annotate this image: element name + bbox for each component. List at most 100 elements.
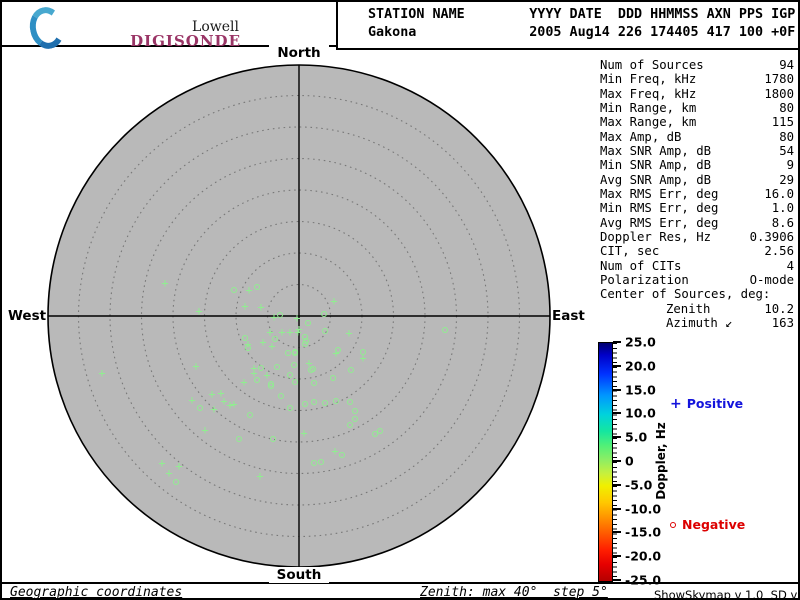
source-point-negative [321,311,327,317]
source-point-negative [231,287,237,293]
parameter-value: 1800 [764,87,794,101]
source-point-negative [305,320,311,326]
station-header-columns: STATION NAME YYYY DATE DDD HHMMSS AXN PP… [368,7,795,22]
colorbar-axis-title: Doppler, Hz [654,401,668,521]
source-point-positive: + [286,326,293,338]
parameter-value: 8.6 [772,216,794,230]
source-point-positive: + [300,427,307,439]
parameter-label: Num of Sources [600,58,704,72]
station-header: STATION NAME YYYY DATE DDD HHMMSS AXN PP… [336,2,800,50]
source-point-positive: + [195,305,202,317]
source-point-negative [333,398,339,404]
parameter-row: Max Amp, dB 80 [600,130,794,144]
parameter-row: Avg RMS Err, deg8.6 [600,216,794,230]
parameter-row: Max RMS Err, deg 16.0 [600,187,794,201]
source-point-positive: + [201,424,208,436]
source-point-negative [339,452,345,458]
colorbar-major-tick [613,436,621,438]
showskymap-window: Lowell DIGISONDE STATION NAME YYYY DATE … [0,0,800,600]
parameter-value: 80 [779,130,794,144]
source-point-positive: + [240,376,247,388]
colorbar-major-tick [613,484,621,486]
source-point-negative [278,393,284,399]
parameter-list: Num of Sources 94Min Freq, kHz1780Max Fre… [600,58,794,330]
parameter-row: Zenith 10.2 [600,302,794,316]
colorbar-tick-label: 0 [625,454,634,469]
source-point-negative [285,350,291,356]
source-point-negative [254,284,260,290]
parameter-value: 16.0 [764,187,794,201]
parameter-label: Max Amp, dB [600,130,681,144]
parameter-value: 1.0 [772,201,794,215]
source-point-positive: + [208,388,215,400]
parameter-row: Avg SNR Amp, dB29 [600,173,794,187]
parameter-label: Polarization [600,273,689,287]
parameter-label: Max Range, km [600,115,696,129]
source-point-negative [347,422,353,428]
parameter-value: O-mode [750,273,794,287]
source-point-negative [274,364,280,370]
compass-label-east: East [552,308,592,324]
colorbar-tick-label: 10.0 [625,406,656,421]
colorbar-tick-label: -25.0 [625,573,661,588]
compass-label-west: West [8,308,46,324]
station-header-values: Gakona 2005 Aug14 226 174405 417 100 +0F [368,25,795,40]
parameter-value: 2.56 [764,244,794,258]
parameter-row: Num of CITs4 [600,259,794,273]
parameter-row: Min RMS Err, deg 1.0 [600,201,794,215]
source-point-negative [322,400,328,406]
parameter-label: Max Freq, kHz [600,87,696,101]
colorbar-major-tick [613,579,621,581]
source-point-negative [247,412,253,418]
coordinates-caption: Geographic coordinates [10,585,182,600]
parameter-row: Min SNR Amp, dB9 [600,158,794,172]
parameter-label: Doppler Res, Hz [600,230,711,244]
parameter-value: 10.2 [764,302,794,316]
colorbar-tick-label: 5.0 [625,430,647,445]
colorbar-major-tick [613,508,621,510]
colorbar-major-tick [613,555,621,557]
source-point-positive: + [245,284,252,296]
negative-doppler-legend: Negative [670,517,745,532]
source-point-negative [360,349,366,355]
source-point-negative [330,375,336,381]
source-point-negative [322,328,328,334]
footer-separator [2,582,800,584]
source-point-positive: + [165,467,172,479]
source-point-negative [197,405,203,411]
parameter-label: Max SNR Amp, dB [600,144,711,158]
colorbar-tick-label: -15.0 [625,525,661,540]
parameter-row: Max SNR Amp, dB54 [600,144,794,158]
parameter-row: Num of Sources 94 [600,58,794,72]
source-point-negative [318,459,324,465]
colorbar-tick-label: -5.0 [625,477,652,492]
parameter-label: Max RMS Err, deg [600,187,718,201]
source-point-positive: + [295,323,302,335]
source-point-negative [311,399,317,405]
source-point-negative [311,380,317,386]
parameter-label: Azimuth ↙ [600,316,733,330]
source-point-negative [268,383,274,389]
parameter-label: Min Freq, kHz [600,72,696,86]
parameter-row: Min Freq, kHz1780 [600,72,794,86]
parameter-value: 94 [779,58,794,72]
compass-label-north: North [269,45,329,61]
source-point-negative [347,399,353,405]
circle-marker-icon [670,522,676,528]
source-point-positive: + [256,470,263,482]
colorbar-major-tick [613,389,621,391]
source-point-negative [311,460,317,466]
parameter-label: Zenith [600,302,710,316]
colorbar-major-tick [613,460,621,462]
negative-legend-text: Negative [682,517,745,532]
source-point-negative [377,428,383,434]
parameter-label: Min RMS Err, deg [600,201,718,215]
source-point-positive: + [98,367,105,379]
source-point-positive: + [331,445,338,457]
colorbar-major-tick [613,365,621,367]
colorbar-tick-label: 15.0 [625,382,656,397]
parameter-row: CIT, sec 2.56 [600,244,794,258]
parameter-label: CIT, sec [600,244,659,258]
source-point-negative [277,312,283,318]
colorbar-major-tick [613,412,621,414]
